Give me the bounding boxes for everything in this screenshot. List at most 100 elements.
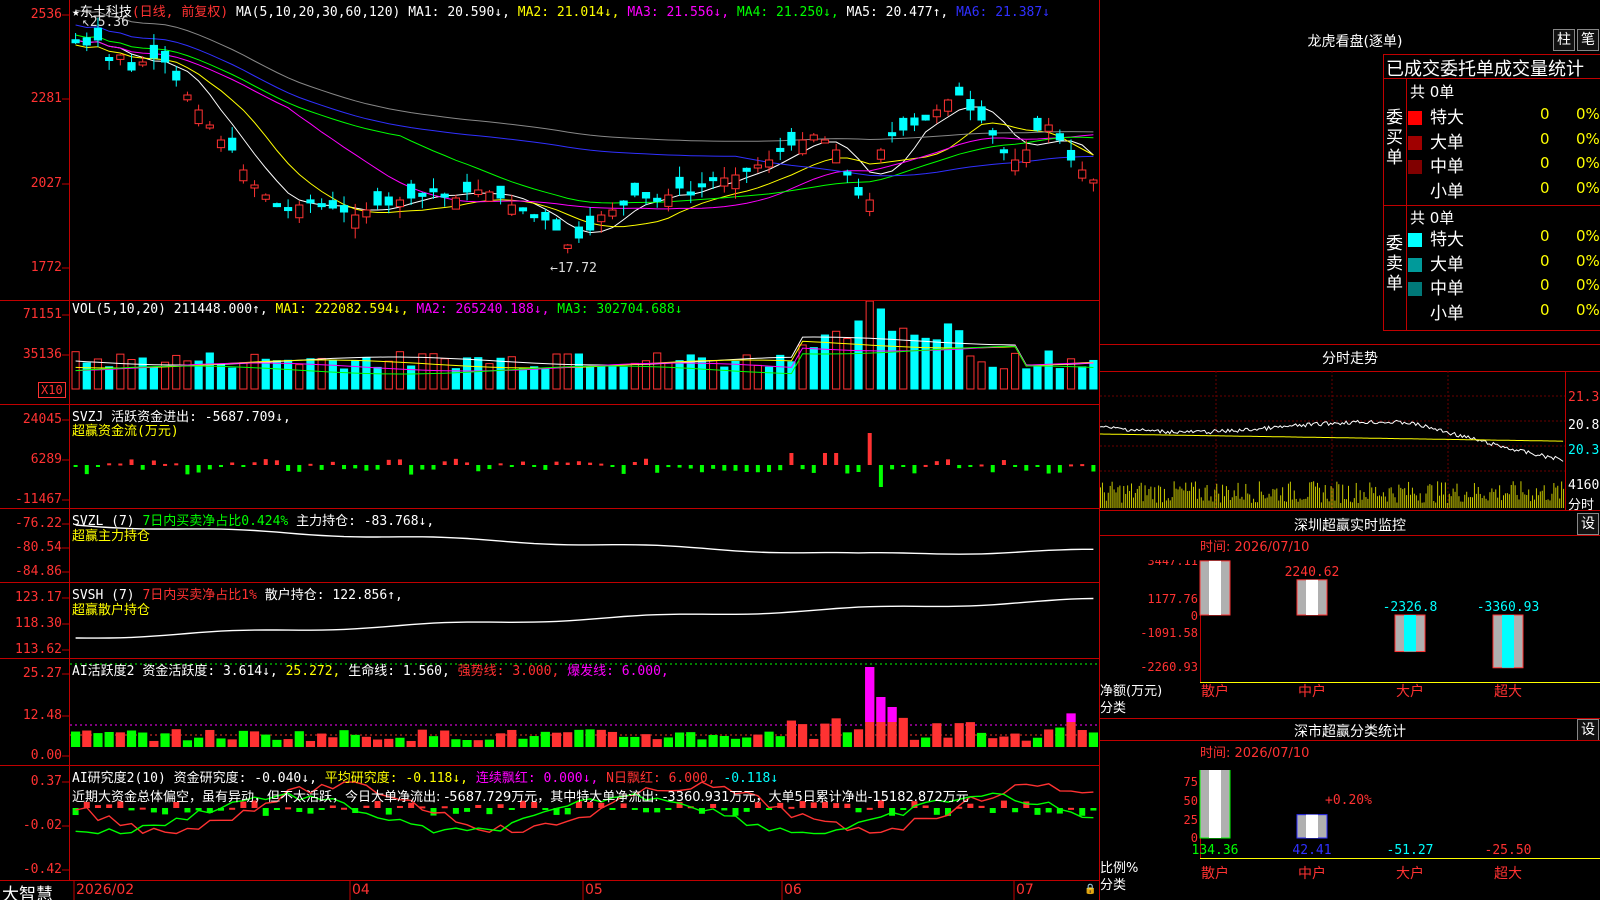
flow-bar	[297, 465, 302, 472]
intraday-volume	[1189, 490, 1191, 508]
candle	[697, 183, 707, 188]
flow-bar	[420, 465, 425, 470]
svsh-subtitle: 超赢散户持仓	[72, 603, 151, 618]
svzj-tick: 6289	[30, 452, 62, 467]
favorite-star-icon[interactable]: ★	[72, 5, 80, 20]
intraday-volume	[1243, 499, 1245, 508]
activity-bar	[71, 731, 81, 747]
activity-bar	[507, 729, 517, 747]
y-tick: 3447.11	[1147, 560, 1198, 568]
candle	[977, 106, 986, 121]
activity-bar	[384, 738, 394, 747]
intraday-volume	[1390, 487, 1392, 508]
category-bar	[1199, 560, 1231, 616]
flow-bar	[353, 465, 358, 469]
low-marker: ←17.72	[550, 261, 597, 276]
candle	[943, 99, 953, 112]
activity-bar	[350, 734, 360, 747]
flow-bar	[677, 465, 682, 468]
svsh-tick: 123.17	[15, 590, 62, 605]
intraday-volume	[1396, 502, 1398, 508]
sz-monitor-xlabel: 分类	[1100, 701, 1127, 716]
period-label[interactable]: (日线, 前复权)	[132, 5, 228, 20]
activity-bar	[988, 738, 998, 747]
volume-bar	[205, 352, 214, 390]
intraday-price-line	[1100, 419, 1564, 462]
bar-value-label: -51.27	[1387, 843, 1434, 858]
candle	[865, 199, 874, 212]
intraday-volume	[1377, 496, 1379, 508]
activity-bar	[238, 730, 248, 747]
candle	[373, 191, 382, 206]
candle	[988, 130, 997, 136]
sell-row-3: 小单 0 0%	[1408, 299, 1600, 324]
intraday-volume	[1336, 481, 1338, 508]
activity-bar	[842, 732, 852, 747]
candle	[787, 131, 796, 146]
row-value: 0	[1540, 300, 1550, 319]
research-bar	[184, 808, 191, 813]
activity-bar	[171, 729, 181, 747]
buy-row-0: 特大 0 0%	[1408, 103, 1600, 128]
candle	[295, 204, 304, 219]
color-swatch	[1408, 111, 1422, 125]
intraday-volume	[1382, 492, 1384, 508]
candle	[1044, 124, 1053, 132]
color-swatch	[1408, 233, 1422, 247]
intraday-volume	[1545, 499, 1547, 508]
flow-bar	[699, 465, 704, 473]
activity-burst	[887, 707, 897, 722]
candle	[194, 109, 203, 125]
activity-bar	[484, 739, 495, 747]
row-pct: 0%	[1576, 129, 1600, 148]
intraday-volume	[1107, 492, 1109, 508]
volume-bar	[440, 358, 449, 390]
activity-bar	[798, 724, 808, 747]
intraday-volume	[1466, 491, 1468, 508]
intraday-volume	[1508, 494, 1510, 508]
intraday-chart[interactable]	[1100, 372, 1565, 510]
activity-bar	[596, 729, 606, 747]
intraday-volume	[1394, 497, 1396, 508]
activity-bar	[1032, 737, 1043, 747]
candle	[586, 215, 595, 231]
intraday-volume	[1115, 492, 1117, 508]
volume-bar	[1044, 350, 1053, 390]
candle	[451, 197, 460, 210]
color-swatch	[1408, 184, 1422, 199]
sz-class-chart[interactable]: 7550250134.36散户42.41中户-51.27大户-25.50超大+0…	[1100, 770, 1600, 900]
candle	[138, 61, 147, 66]
candle	[686, 191, 695, 196]
svzl-tick: -80.54	[15, 540, 62, 555]
intraday-volume	[1557, 485, 1559, 508]
activity-bar	[473, 740, 483, 747]
activity-bar	[305, 740, 316, 747]
volume-bar	[1011, 352, 1020, 390]
intraday-volume	[1473, 483, 1475, 508]
research-bar	[396, 805, 403, 808]
intraday-volume	[1369, 482, 1371, 508]
flow-bar	[129, 459, 134, 465]
intraday-volume	[1154, 487, 1156, 508]
volume-bar	[955, 330, 964, 390]
flow-bar	[520, 461, 525, 465]
lock-icon[interactable]: 🔒	[1084, 884, 1096, 895]
activity-bar	[641, 734, 651, 747]
flow-bar	[644, 458, 649, 465]
intraday-volume	[1446, 502, 1448, 508]
activity-bar	[909, 739, 920, 747]
flow-bar	[487, 465, 492, 470]
flow-bar	[588, 462, 593, 465]
flow-bar	[554, 461, 559, 465]
row-pct: 0%	[1576, 105, 1600, 123]
volume-bar	[597, 365, 606, 390]
ma2-value: MA2: 21.014↓,	[517, 5, 620, 20]
research-bar	[978, 805, 985, 808]
volume-bar	[820, 334, 830, 390]
sz-monitor-chart[interactable]: 3447.11 1177.76 0 -1091.58 -2260.93 3447.11 散户…	[1100, 560, 1600, 720]
candle	[1066, 149, 1076, 161]
activity-bar	[943, 737, 953, 747]
candlestick-chart[interactable]	[70, 0, 1099, 300]
volume-bar	[630, 362, 639, 390]
activity-bar	[999, 736, 1009, 747]
